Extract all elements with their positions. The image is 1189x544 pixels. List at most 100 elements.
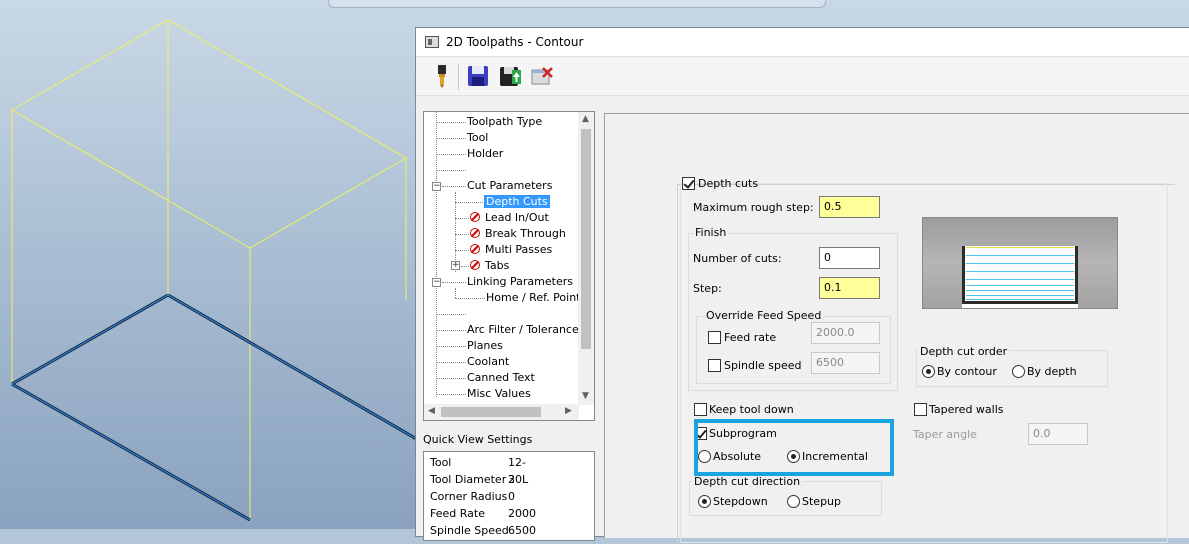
subprogram-highlight [694,419,894,476]
save-icon[interactable] [466,64,490,88]
cancel-icon[interactable] [530,64,554,88]
disabled-icon [470,260,480,270]
num-cuts-field[interactable]: 0 [819,247,880,269]
stepdown-label: Stepdown [713,495,768,508]
by-contour-radio[interactable] [922,365,935,378]
tree-branch [436,138,466,139]
tree-branch [436,170,466,171]
override-feed-speed-title: Override Feed Speed [704,309,824,322]
pocket-illustration [962,246,1078,308]
cut-level-line [966,279,1074,280]
depth-cut-direction-title: Depth cut direction [692,475,803,488]
disabled-icon [470,228,480,238]
tree-branch [455,250,469,251]
tree-horizontal-scrollbar[interactable]: ◀ ▶ [424,404,579,420]
max-rough-step-field[interactable]: 0.5 [819,196,880,218]
tree-branch [436,314,466,315]
quick-view-settings: Tool 12-30L Tool Diameter 2 Corner Radius 0… [423,451,595,541]
num-cuts-label: Number of cuts: [693,252,782,265]
tree-branch [455,234,469,235]
collapse-cut-parameters[interactable]: − [432,182,441,191]
dialog-toolbar [416,58,1189,96]
cut-level-line [966,285,1074,286]
step-label: Step: [693,282,722,295]
cut-level-line [966,247,1074,248]
tree-branch [455,202,485,203]
step-field[interactable]: 0.1 [819,277,880,299]
tool-icon[interactable] [430,64,454,88]
disabled-icon [470,212,480,222]
tree-branch [436,362,466,363]
tree-item-multi-passes[interactable]: Multi Passes [470,243,552,257]
cut-level-line [966,271,1074,272]
cut-level-line [966,255,1074,256]
taper-angle-field[interactable]: 0.0 [1028,423,1088,445]
depth-cuts-checkbox[interactable] [682,177,695,190]
spindle-speed-field[interactable]: 6500 [811,352,880,374]
tree-item-tabs[interactable]: Tabs [470,259,509,273]
dialog-title: 2D Toolpaths - Contour [446,35,584,49]
tree-vertical-scrollbar[interactable]: ▲ ▼ [578,112,594,405]
tree-guide-line [455,288,456,298]
scroll-thumb[interactable] [441,407,541,417]
by-depth-radio[interactable] [1012,365,1025,378]
quick-view-title: Quick View Settings [423,433,533,446]
contour-dialog: 2D Toolpaths - Contour Toolpath Type Too… [415,27,1189,544]
feed-rate-label: Feed rate [724,331,777,344]
tree-item-break-through[interactable]: Break Through [470,227,566,241]
scroll-right-icon[interactable]: ▶ [565,406,572,416]
depth-cuts-label: Depth cuts [698,177,759,190]
by-depth-label: By depth [1027,365,1077,378]
tree-branch [436,346,466,347]
tapered-walls-label: Tapered walls [929,403,1004,416]
tree-item-holder[interactable]: Holder [467,147,503,161]
toolbar-separator [458,64,459,90]
spindle-speed-checkbox[interactable] [708,359,721,372]
tree-branch [442,282,466,283]
collapse-linking-parameters[interactable]: − [432,278,441,287]
tree-item-planes[interactable]: Planes [467,339,503,353]
window-icon [425,36,439,48]
tree-item-cut-parameters[interactable]: Cut Parameters [467,179,552,193]
scroll-thumb[interactable] [581,129,591,349]
tree-branch [442,186,466,187]
tree-item-linking-parameters[interactable]: Linking Parameters [467,275,573,289]
depth-cut-order-title: Depth cut order [918,345,1010,358]
tapered-walls-checkbox[interactable] [914,403,927,416]
max-rough-step-label: Maximum rough step: [693,201,814,214]
tree-item-tool[interactable]: Tool [467,131,488,145]
tree-item-lead-in-out[interactable]: Lead In/Out [470,211,549,225]
wireframe-drawing [11,19,420,522]
scroll-up-icon[interactable]: ▲ [582,114,589,124]
feed-rate-field[interactable]: 2000.0 [811,322,880,344]
tree-item-canned-text[interactable]: Canned Text [467,371,535,385]
expand-tabs[interactable]: + [451,261,460,270]
taper-angle-label: Taper angle [913,428,977,441]
finish-group-title: Finish [693,226,729,239]
scroll-left-icon[interactable]: ◀ [428,406,435,416]
parameter-tree[interactable]: Toolpath Type Tool Holder − Cut Paramete… [423,111,595,421]
stepdown-radio[interactable] [698,495,711,508]
depth-cuts-panel: Depth cuts Maximum rough step: 0.5 Finis… [604,113,1189,544]
by-contour-label: By contour [937,365,997,378]
tree-branch [436,330,466,331]
tree-item-home-ref-points[interactable]: Home / Ref. Points [486,291,586,305]
tree-item-depth-cuts[interactable]: Depth Cuts [484,195,550,209]
tree-item-toolpath-type[interactable]: Toolpath Type [467,115,542,129]
feed-rate-checkbox[interactable] [708,331,721,344]
tree-branch [436,154,466,155]
scroll-down-icon[interactable]: ▼ [582,391,589,401]
tree-item-coolant[interactable]: Coolant [467,355,509,369]
dialog-title-bar: 2D Toolpaths - Contour [416,28,1189,57]
stepup-label: Stepup [802,495,841,508]
tree-item-arc-filter[interactable]: Arc Filter / Tolerance [467,323,579,337]
tree-item-misc-values[interactable]: Misc Values [467,387,531,401]
keep-tool-down-checkbox[interactable] [694,403,707,416]
stepup-radio[interactable] [787,495,800,508]
cut-level-line [966,290,1074,291]
tree-branch [461,266,469,267]
spindle-speed-label: Spindle speed [724,359,802,372]
save-all-icon[interactable] [498,64,522,88]
tree-branch [455,298,485,299]
cut-level-line [966,295,1074,296]
